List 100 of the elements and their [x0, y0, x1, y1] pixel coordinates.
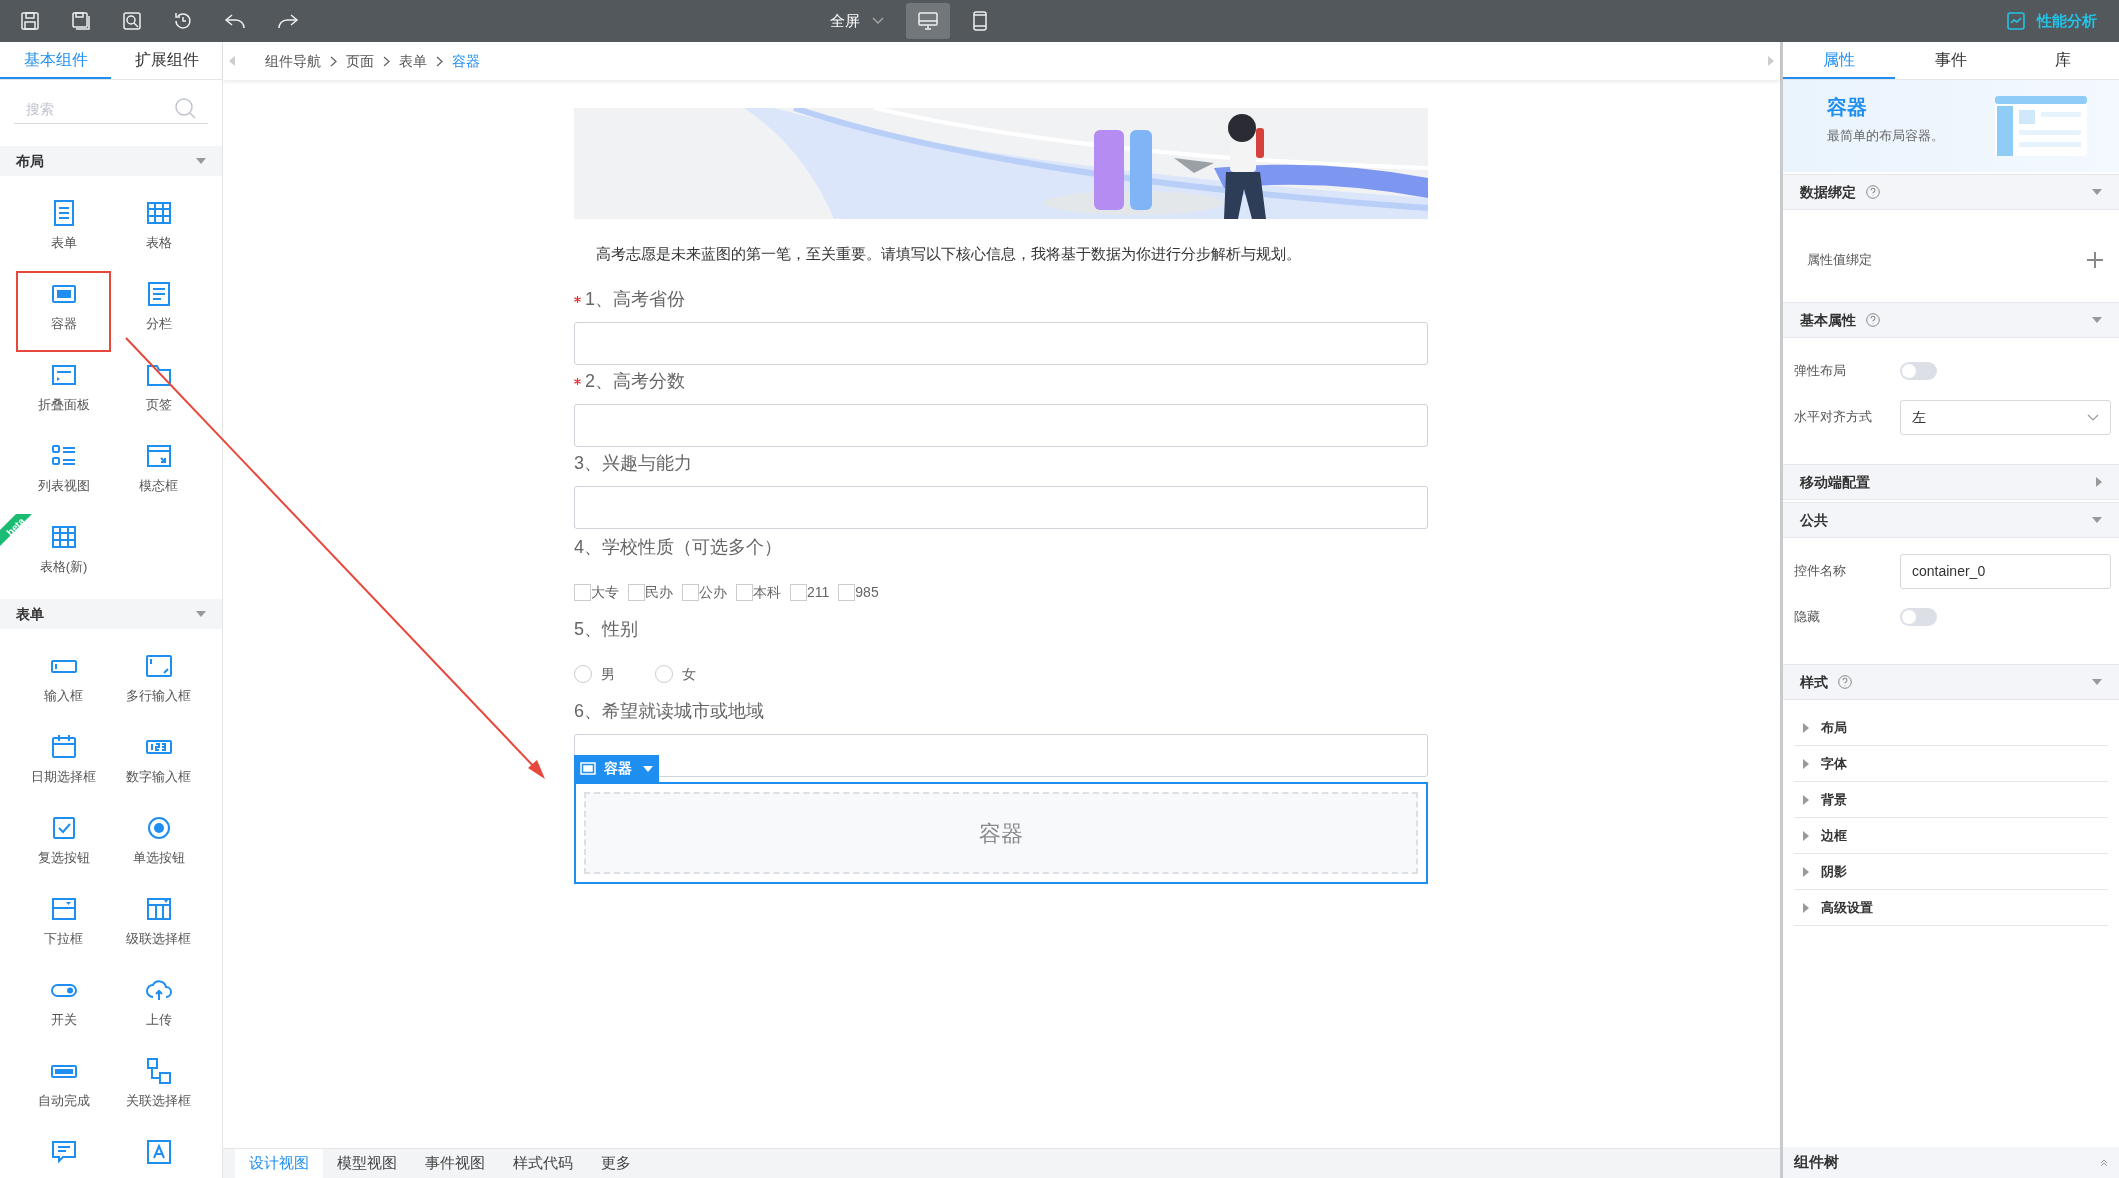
history-icon[interactable] [173, 11, 193, 31]
add-icon[interactable] [2087, 252, 2103, 268]
container-placeholder: 容器 [584, 792, 1418, 874]
redo-icon[interactable] [277, 11, 299, 31]
undo-icon[interactable] [224, 11, 246, 31]
palette-item[interactable]: 模态框 [111, 433, 206, 514]
palette-item[interactable]: 页签 [111, 352, 206, 433]
palette-item[interactable]: 表单 [16, 190, 111, 271]
answer-field[interactable] [574, 486, 1428, 529]
toggle-switch[interactable] [1900, 362, 1937, 380]
checkbox-option[interactable]: 985 [838, 581, 879, 603]
caret-right-icon [1803, 830, 1809, 841]
component-tree-bar[interactable]: 组件树 [1783, 1147, 2119, 1178]
question-label: 5、性别 [574, 617, 638, 641]
palette-item[interactable]: 下拉框 [16, 886, 111, 967]
help-icon[interactable] [1866, 185, 1880, 199]
field-label: 弹性布局 [1794, 362, 1847, 381]
palette-item[interactable]: 复选按钮 [16, 805, 111, 886]
toggle-switch[interactable] [1900, 608, 1937, 626]
palette-item[interactable]: 数字输入框 [111, 724, 206, 805]
checkbox-option[interactable]: 211 [790, 581, 830, 603]
search-field[interactable]: 搜索 [14, 94, 208, 124]
palette-tab[interactable]: 扩展组件 [111, 42, 222, 79]
inspector-section-header[interactable]: 移动端配置 [1783, 464, 2119, 500]
radio-option[interactable]: 男 [574, 663, 615, 685]
checkbox-option[interactable]: 公办 [682, 581, 727, 603]
inspector-tab[interactable]: 事件 [1895, 42, 2007, 79]
view-tab[interactable]: 模型视图 [323, 1149, 411, 1178]
palette-item[interactable]: 列表视图 [16, 433, 111, 514]
caret-down-icon [643, 765, 653, 772]
palette-item[interactable]: 关联选择框 [111, 1048, 206, 1129]
breadcrumb-link[interactable]: 页面 [346, 50, 374, 72]
answer-field[interactable] [574, 322, 1428, 365]
view-tab[interactable]: 事件视图 [411, 1149, 499, 1178]
palette-item[interactable]: 表格 [111, 190, 206, 271]
checkbox-option[interactable]: 本科 [736, 581, 781, 603]
checkbox-option[interactable]: 民办 [628, 581, 673, 603]
style-group-row[interactable]: 布局 [1794, 710, 2108, 746]
breadcrumb-link[interactable]: 组件导航 [265, 50, 321, 72]
caret-down-icon [2092, 517, 2102, 523]
style-group-row[interactable]: 背景 [1794, 782, 2108, 818]
desktop-view-button[interactable] [906, 3, 950, 39]
inspector-section-header[interactable]: 数据绑定 [1783, 174, 2119, 210]
palette-item[interactable]: 上传 [111, 967, 206, 1048]
style-group-row[interactable]: 阴影 [1794, 854, 2108, 890]
view-mode-dropdown[interactable]: 全屏 [822, 6, 892, 36]
palette-tab[interactable]: 基本组件 [0, 42, 111, 79]
style-group-row[interactable]: 字体 [1794, 746, 2108, 782]
question-label: 3、兴趣与能力 [574, 451, 692, 475]
preview-icon[interactable] [122, 11, 142, 31]
palette-item[interactable]: 单选按钮 [111, 805, 206, 886]
palette-item[interactable]: 折叠面板 [16, 352, 111, 433]
save-all-icon[interactable] [71, 11, 91, 31]
intro-paragraph: 高考志愿是未来蓝图的第一笔，至关重要。请填写以下核心信息，我将基于数据为你进行分步解析与规划。 [595, 244, 1302, 264]
save-icon[interactable] [20, 11, 40, 31]
checkbox-option[interactable]: 大专 [574, 581, 619, 603]
palette-section-header[interactable]: 表单 [0, 599, 222, 629]
question-label: 2、高考分数 [585, 369, 685, 393]
answer-field[interactable] [574, 734, 1428, 777]
view-tab[interactable]: 更多 [587, 1149, 645, 1178]
palette-item[interactable]: 自动完成 [16, 1048, 111, 1129]
palette-item[interactable]: 开关 [16, 967, 111, 1048]
breadcrumb-link[interactable]: 表单 [399, 50, 427, 72]
component-title: 容器 [1827, 95, 1868, 120]
align-select[interactable]: 左 [1900, 399, 2111, 435]
view-tab[interactable]: 设计视图 [235, 1149, 323, 1178]
view-tab[interactable]: 样式代码 [499, 1149, 587, 1178]
help-icon[interactable] [1866, 313, 1880, 327]
chevron-down-icon [872, 17, 884, 25]
palette-item[interactable]: 级联选择框 [111, 886, 206, 967]
inspector-tab[interactable]: 库 [2007, 42, 2119, 79]
question-label: 1、高考省份 [585, 287, 685, 311]
field-label: 隐藏 [1794, 608, 1821, 627]
style-group-row[interactable]: 边框 [1794, 818, 2108, 854]
help-icon[interactable] [1838, 675, 1852, 689]
inspector-section-header[interactable]: 样式 [1783, 664, 2119, 700]
question-label: 4、学校性质（可选多个） [574, 535, 782, 559]
caret-down-icon [196, 611, 206, 617]
layout-illustration-icon [1995, 96, 2087, 156]
field-label: 控件名称 [1794, 562, 1847, 581]
caret-right-icon [1803, 794, 1809, 805]
breadcrumb-link[interactable]: 容器 [452, 50, 480, 72]
palette-item[interactable]: 多行输入框 [111, 643, 206, 724]
inspector-section-header[interactable]: 基本属性 [1783, 302, 2119, 338]
chart-icon [2007, 12, 2025, 30]
palette-item[interactable]: 表格(新) [32, 514, 95, 595]
answer-field[interactable] [574, 404, 1428, 447]
palette-item[interactable]: 日期选择框 [16, 724, 111, 805]
name-input[interactable]: container_0 [1900, 553, 2111, 589]
palette-item[interactable]: 容器 [16, 271, 111, 352]
palette-item[interactable]: 输入框 [16, 643, 111, 724]
palette-item[interactable]: 分栏 [111, 271, 206, 352]
search-icon [174, 97, 196, 119]
style-group-row[interactable]: 高级设置 [1794, 890, 2108, 926]
inspector-section-header[interactable]: 公共 [1783, 502, 2119, 538]
palette-section-header[interactable]: 布局 [0, 146, 222, 176]
caret-right-icon [1803, 758, 1809, 769]
radio-option[interactable]: 女 [655, 663, 696, 685]
monitor-icon [918, 12, 938, 30]
caret-down-icon [2092, 317, 2102, 323]
